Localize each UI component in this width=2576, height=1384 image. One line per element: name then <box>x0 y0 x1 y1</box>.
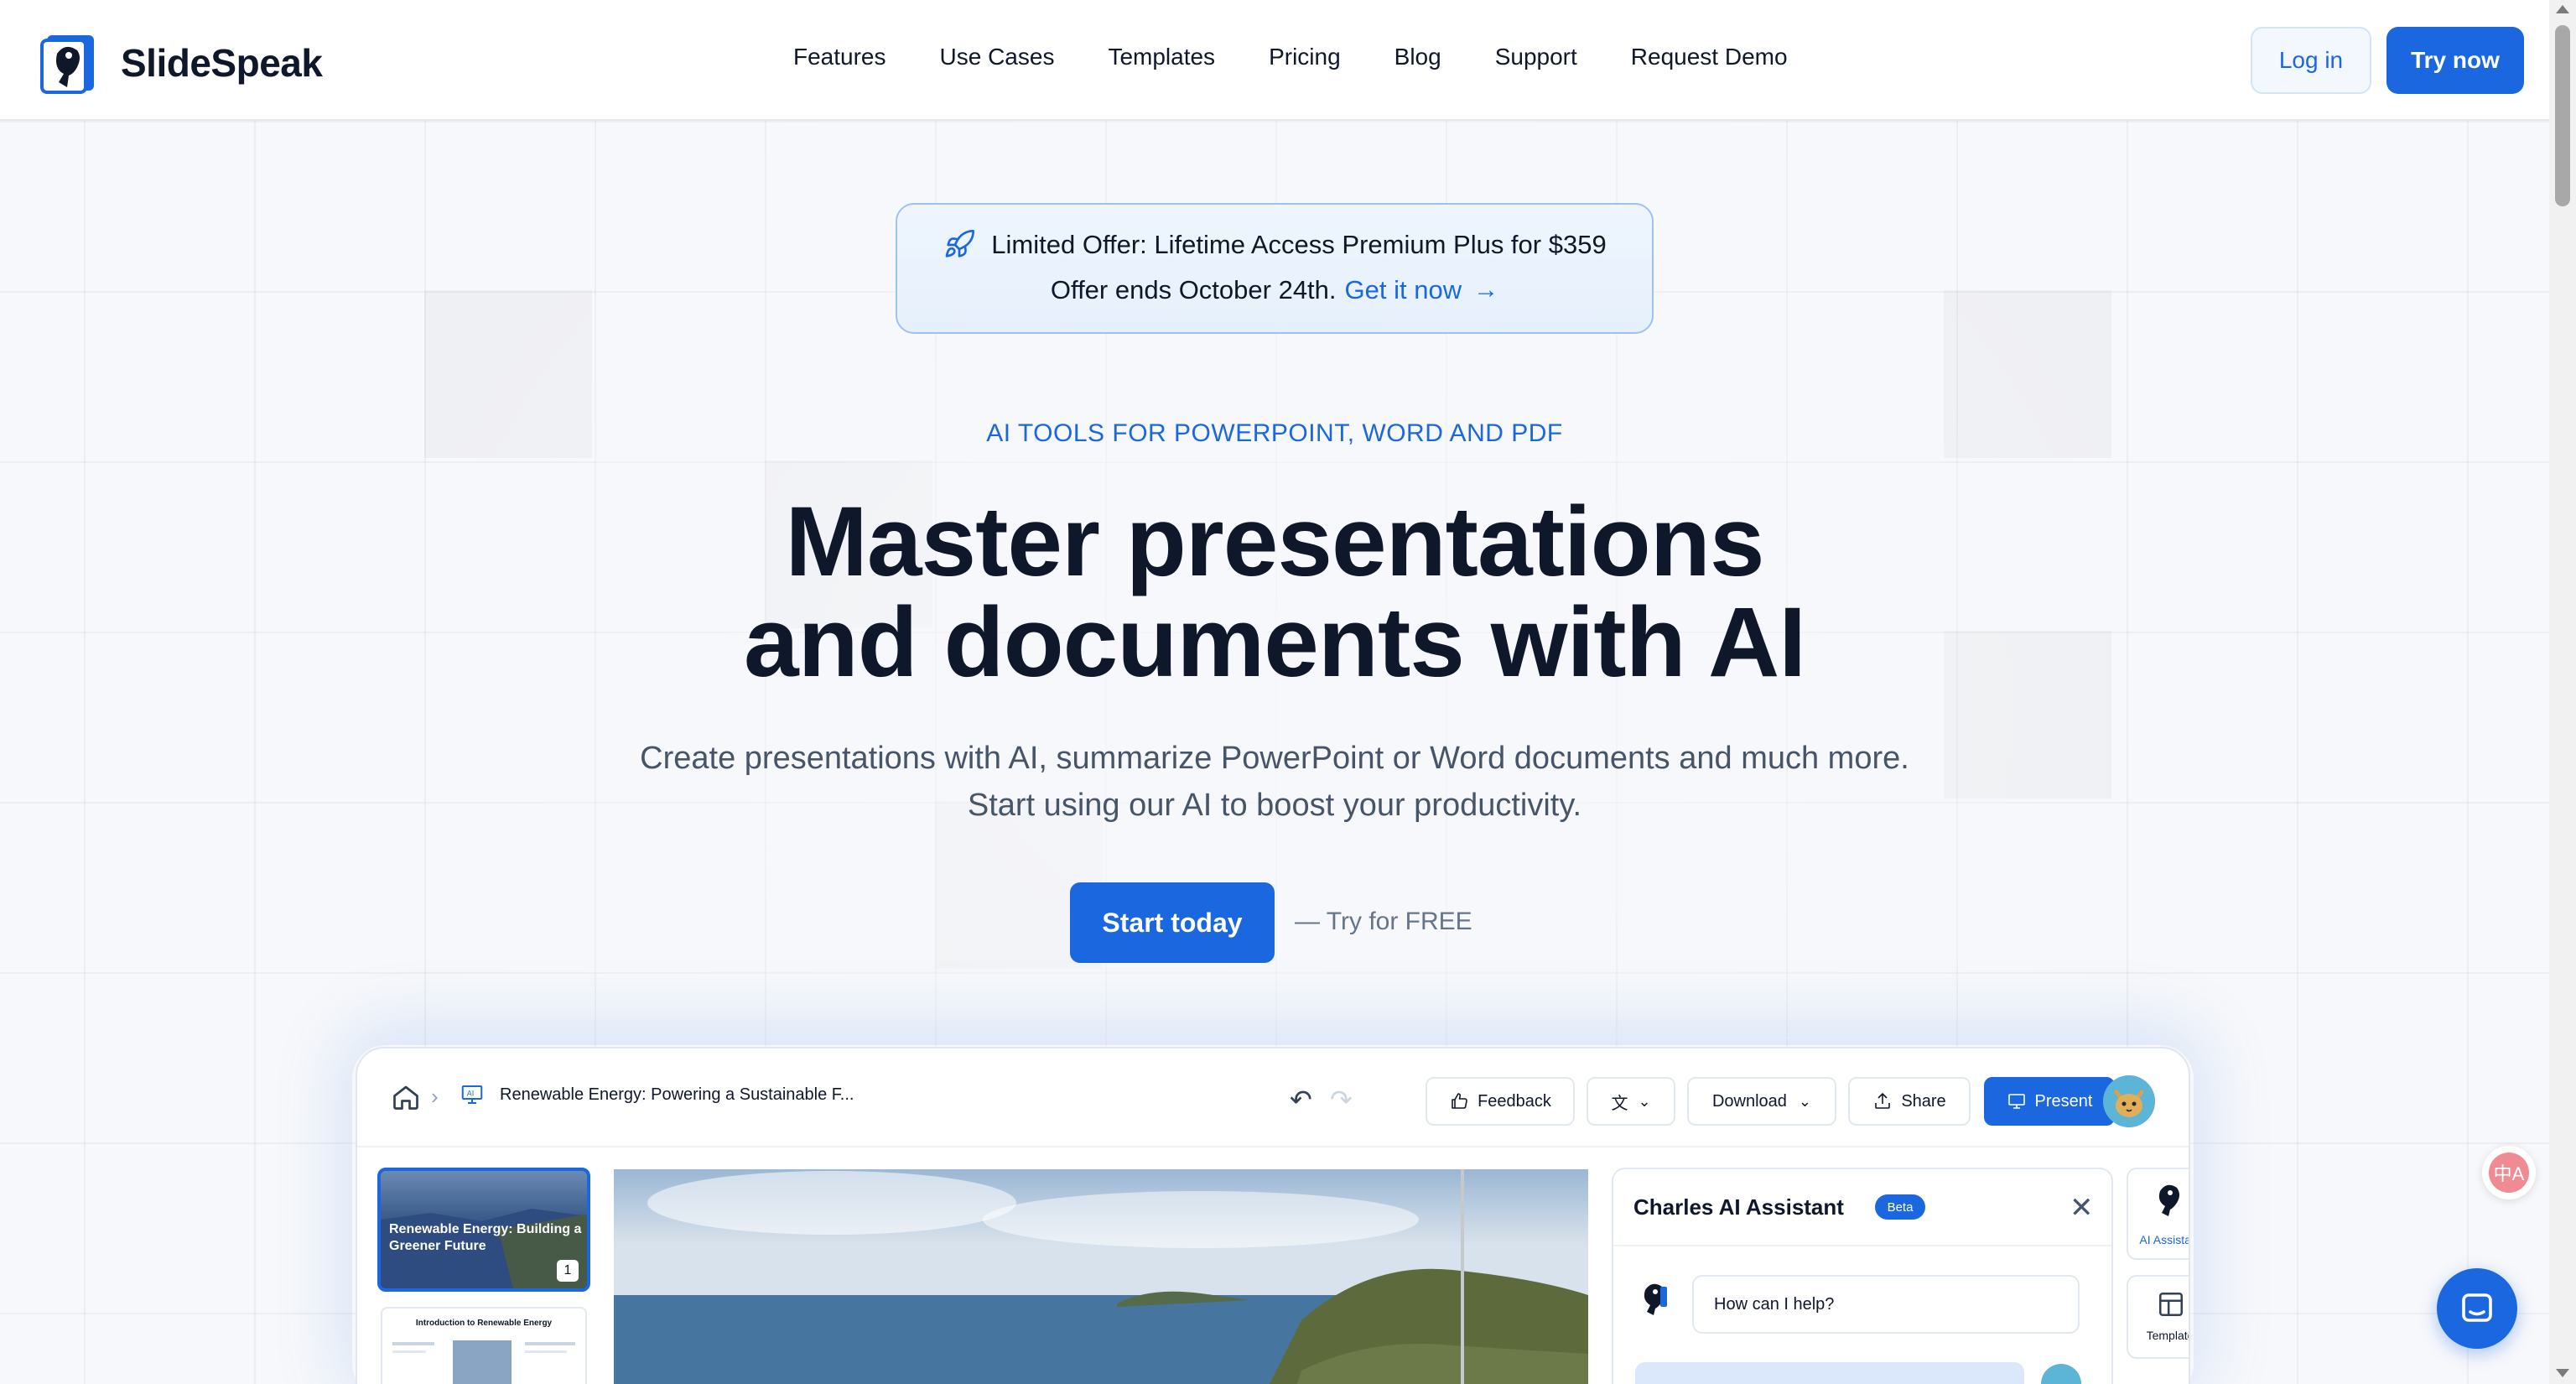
scroll-up-icon[interactable] <box>2556 5 2569 13</box>
arrow-right-icon: → <box>1473 276 1499 304</box>
app-mockup: › AI Renewable Energy: Powering a Sustai… <box>356 1047 2190 1384</box>
assistant-title: Charles AI Assistant <box>1633 1194 1844 1220</box>
offer-link[interactable]: Get it now <box>1345 275 1462 305</box>
scroll-thumb[interactable] <box>2555 25 2570 206</box>
main-nav: Features Use Cases Templates Pricing Blo… <box>793 44 1841 70</box>
slide-thumbnail-2[interactable]: Introduction to Renewable Energy <box>381 1307 587 1384</box>
hero-headline-line2: and documents with AI <box>743 587 1806 698</box>
presentation-icon: AI <box>461 1085 483 1104</box>
nav-blog[interactable]: Blog <box>1394 44 1441 70</box>
slidespeak-logo-icon <box>40 35 94 94</box>
ai-assistant-label: AI Assistant <box>2139 1233 2189 1246</box>
rocket-icon <box>945 229 975 258</box>
nav-templates[interactable]: Templates <box>1108 44 1215 70</box>
svg-text:AI: AI <box>467 1090 475 1098</box>
download-button[interactable]: Download ⌄ <box>1687 1077 1836 1126</box>
share-icon <box>1875 1093 1891 1109</box>
nav-use-cases[interactable]: Use Cases <box>940 44 1055 70</box>
logo[interactable]: SlideSpeak <box>39 30 323 96</box>
start-today-button[interactable]: Start today <box>1070 882 1275 963</box>
document-title[interactable]: Renewable Energy: Powering a Sustainable… <box>500 1085 854 1105</box>
slide-thumbnail-1[interactable]: Renewable Energy: Building a Greener Fut… <box>377 1168 590 1292</box>
ai-assistant-tool[interactable]: AI Assistant <box>2127 1168 2189 1260</box>
offer-deadline: Offer ends October 24th. <box>1050 275 1337 304</box>
chevron-down-icon: ⌄ <box>1798 1092 1812 1110</box>
ai-assistant-icon <box>2158 1184 2179 1216</box>
chat-icon <box>2462 1293 2492 1322</box>
thumbs-up-icon <box>1452 1093 1467 1109</box>
login-button[interactable]: Log in <box>2251 27 2371 94</box>
hero-headline-line1: Master presentations <box>785 486 1765 597</box>
chat-support-button[interactable] <box>2437 1268 2517 1349</box>
user-avatar-small <box>2041 1364 2081 1384</box>
nav-support[interactable]: Support <box>1495 44 1577 70</box>
mockup-toolbar: › AI Renewable Energy: Powering a Sustai… <box>357 1048 2189 1147</box>
template-label: Template <box>2146 1329 2190 1342</box>
undo-icon[interactable]: ↶ <box>1290 1084 1312 1116</box>
translate-icon: 文 <box>1611 1094 1628 1113</box>
nav-features[interactable]: Features <box>793 44 886 70</box>
share-label: Share <box>1901 1091 1946 1111</box>
template-tool[interactable]: Template <box>2127 1275 2190 1359</box>
thumbnail-2-content <box>392 1340 575 1384</box>
slide-number: 1 <box>557 1260 579 1282</box>
close-icon[interactable]: ✕ <box>2070 1191 2094 1225</box>
hero-headline: Master presentations and documents with … <box>0 492 2549 693</box>
hero-eyebrow: AI TOOLS FOR POWERPOINT, WORD AND PDF <box>986 419 1563 447</box>
thumbnail-title: Renewable Energy: Building a Greener Fut… <box>389 1222 582 1253</box>
try-free-note: — Try for FREE <box>1295 908 1472 935</box>
ai-assistant-panel: Charles AI Assistant Beta ✕ How can I he… <box>1612 1168 2113 1384</box>
translate-icon: 中A <box>2489 1152 2529 1193</box>
beta-badge: Beta <box>1875 1194 1925 1220</box>
presentation-screen-icon <box>2007 1094 2025 1109</box>
breadcrumb-chevron-icon: › <box>431 1084 439 1109</box>
try-now-button[interactable]: Try now <box>2386 27 2524 94</box>
page-scrollbar[interactable] <box>2549 0 2576 1384</box>
nav-request-demo[interactable]: Request Demo <box>1631 44 1788 70</box>
brand-name: SlideSpeak <box>121 41 323 85</box>
offer-banner[interactable]: Limited Offer: Lifetime Access Premium P… <box>896 203 1654 334</box>
redo-icon[interactable]: ↷ <box>1330 1084 1353 1116</box>
cat-avatar-icon <box>2103 1075 2155 1127</box>
feedback-label: Feedback <box>1478 1091 1551 1111</box>
chevron-down-icon: ⌄ <box>1638 1092 1651 1110</box>
panel-divider <box>1613 1245 2111 1246</box>
present-button[interactable]: Present <box>1984 1077 2115 1126</box>
feedback-button[interactable]: Feedback <box>1426 1077 1575 1126</box>
user-avatar[interactable] <box>2103 1075 2155 1127</box>
translate-widget[interactable]: 中A <box>2482 1146 2536 1199</box>
home-icon[interactable] <box>391 1082 421 1112</box>
template-icon <box>2158 1292 2184 1317</box>
share-button[interactable]: Share <box>1848 1077 1971 1126</box>
offer-headline: Limited Offer: Lifetime Access Premium P… <box>991 230 1607 259</box>
nav-pricing[interactable]: Pricing <box>1269 44 1341 70</box>
assistant-message: How can I help? <box>1692 1275 2080 1334</box>
download-label: Download <box>1711 1091 1787 1111</box>
language-button[interactable]: 文 ⌄ <box>1587 1077 1675 1126</box>
slide-canvas[interactable] <box>614 1169 1588 1384</box>
hero-subtext: Create presentations with AI, summarize … <box>640 741 1909 823</box>
slide-landscape-image <box>614 1169 1588 1384</box>
present-label: Present <box>2034 1091 2093 1111</box>
site-header: SlideSpeak Features Use Cases Templates … <box>0 0 2549 121</box>
assistant-bot-icon <box>1644 1283 1667 1315</box>
scroll-down-icon[interactable] <box>2556 1369 2569 1377</box>
user-message <box>1635 1362 2024 1384</box>
